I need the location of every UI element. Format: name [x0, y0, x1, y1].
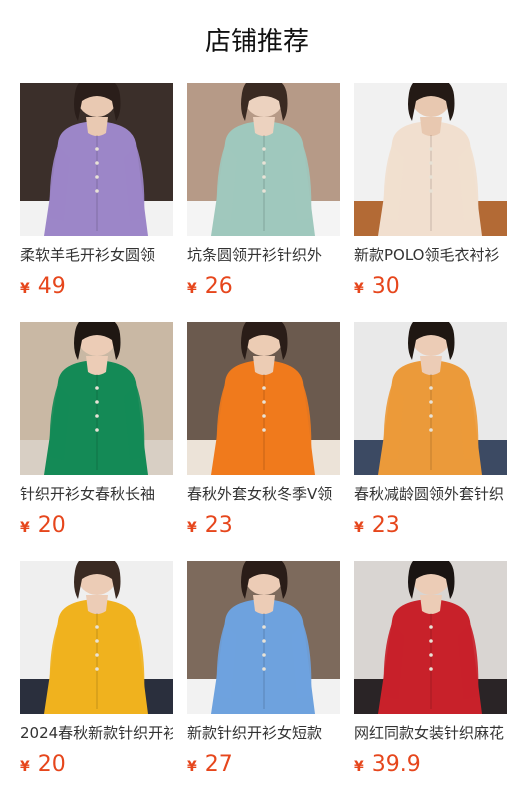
- currency-symbol: ¥: [187, 520, 197, 536]
- currency-symbol: ¥: [187, 759, 197, 775]
- product-image[interactable]: [187, 83, 340, 236]
- product-price: ¥39.9: [354, 752, 507, 780]
- price-value: 23: [371, 513, 400, 538]
- product-title[interactable]: 新款针织开衫女短款: [187, 722, 340, 744]
- currency-symbol: ¥: [20, 281, 30, 297]
- product-image[interactable]: [187, 322, 340, 475]
- page-title: 店铺推荐: [204, 27, 309, 57]
- product-price: ¥30: [354, 274, 507, 302]
- product-price: ¥23: [187, 513, 340, 541]
- product-card[interactable]: 坑条圆领开衫针织外 ¥26: [187, 83, 340, 322]
- price-value: 27: [204, 752, 233, 777]
- product-card[interactable]: 新款针织开衫女短款 ¥27: [187, 561, 340, 800]
- price-value: 30: [371, 274, 400, 299]
- product-image[interactable]: [20, 322, 173, 475]
- price-value: 39.9: [371, 752, 421, 777]
- product-image[interactable]: [354, 83, 507, 236]
- price-value: 23: [204, 513, 233, 538]
- product-image[interactable]: [354, 322, 507, 475]
- product-title[interactable]: 春秋减龄圆领外套针织: [354, 483, 507, 505]
- price-value: 26: [204, 274, 233, 299]
- price-value: 20: [37, 752, 66, 777]
- product-price: ¥23: [354, 513, 507, 541]
- product-title[interactable]: 春秋外套女秋冬季V领: [187, 483, 340, 505]
- product-price: ¥20: [20, 752, 173, 780]
- product-card[interactable]: 2024春秋新款针织开衫 ¥20: [20, 561, 173, 800]
- product-title[interactable]: 针织开衫女春秋长袖: [20, 483, 173, 505]
- currency-symbol: ¥: [20, 759, 30, 775]
- product-title[interactable]: 网红同款女装针织麻花: [354, 722, 507, 744]
- currency-symbol: ¥: [20, 520, 30, 536]
- product-image[interactable]: [20, 561, 173, 714]
- product-card[interactable]: 柔软羊毛开衫女圆领 ¥49: [20, 83, 173, 322]
- product-image[interactable]: [20, 83, 173, 236]
- currency-symbol: ¥: [354, 520, 364, 536]
- shop-recommendation-page: 店铺推荐 柔软羊毛开衫女圆领 ¥49 坑条圆领开衫针织外 ¥26 新款POLO领毛衣衬衫…: [0, 0, 514, 800]
- product-image[interactable]: [354, 561, 507, 714]
- product-title[interactable]: 坑条圆领开衫针织外: [187, 244, 340, 266]
- product-card[interactable]: 春秋外套女秋冬季V领 ¥23: [187, 322, 340, 561]
- product-card[interactable]: 新款POLO领毛衣衬衫 ¥30: [354, 83, 507, 322]
- currency-symbol: ¥: [354, 281, 364, 297]
- price-value: 20: [37, 513, 66, 538]
- product-price: ¥27: [187, 752, 340, 780]
- product-grid: 柔软羊毛开衫女圆领 ¥49 坑条圆领开衫针织外 ¥26 新款POLO领毛衣衬衫 ¥30 针织…: [20, 83, 510, 800]
- price-value: 49: [37, 274, 66, 299]
- product-title[interactable]: 2024春秋新款针织开衫: [20, 722, 173, 744]
- product-title[interactable]: 柔软羊毛开衫女圆领: [20, 244, 173, 266]
- product-image[interactable]: [187, 561, 340, 714]
- product-price: ¥49: [20, 274, 173, 302]
- product-card[interactable]: 春秋减龄圆领外套针织 ¥23: [354, 322, 507, 561]
- product-price: ¥20: [20, 513, 173, 541]
- product-card[interactable]: 针织开衫女春秋长袖 ¥20: [20, 322, 173, 561]
- product-title[interactable]: 新款POLO领毛衣衬衫: [354, 244, 507, 266]
- product-card[interactable]: 网红同款女装针织麻花 ¥39.9: [354, 561, 507, 800]
- currency-symbol: ¥: [354, 759, 364, 775]
- currency-symbol: ¥: [187, 281, 197, 297]
- product-price: ¥26: [187, 274, 340, 302]
